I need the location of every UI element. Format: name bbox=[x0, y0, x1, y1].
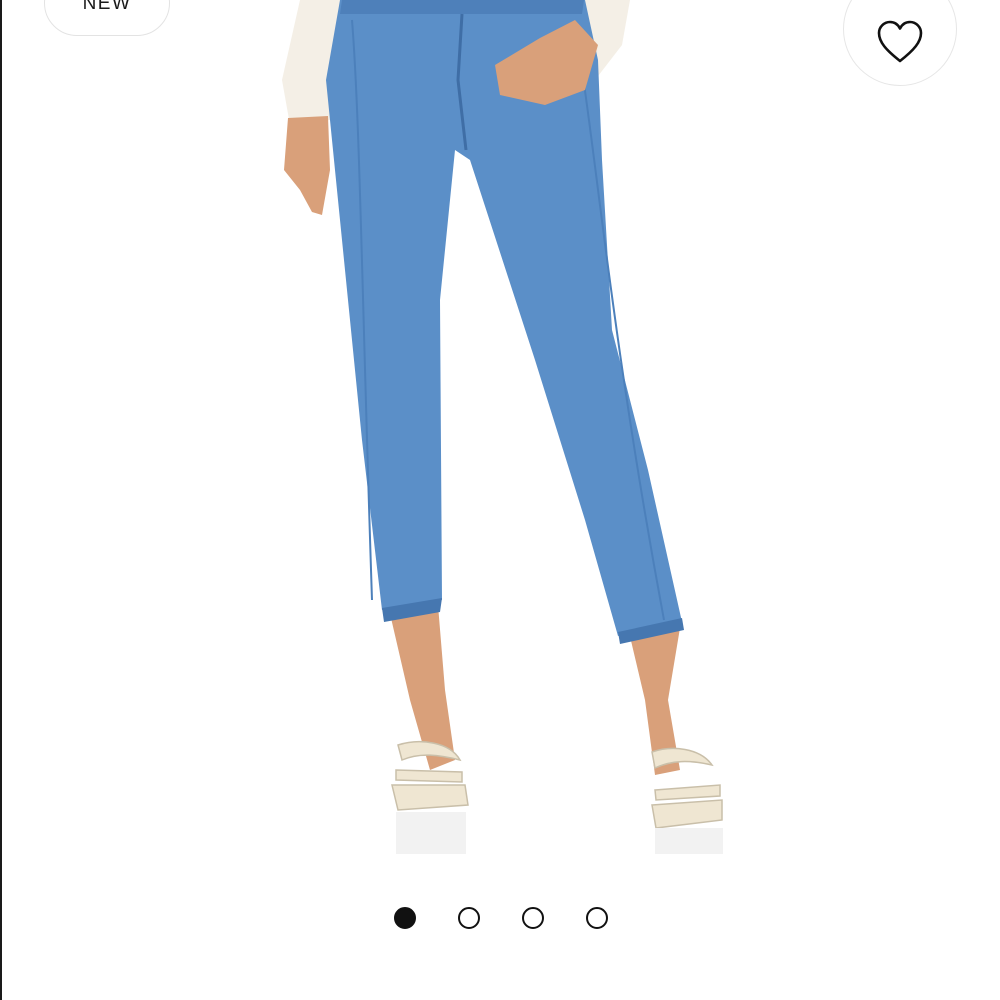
new-badge: NEW bbox=[44, 0, 170, 36]
favorite-button[interactable] bbox=[843, 0, 957, 86]
carousel-dot-2[interactable] bbox=[458, 907, 480, 929]
heart-icon bbox=[877, 20, 923, 63]
carousel-dot-4[interactable] bbox=[586, 907, 608, 929]
new-badge-label: NEW bbox=[82, 0, 132, 14]
screen-edge bbox=[0, 0, 2, 1000]
product-image[interactable] bbox=[240, 0, 760, 870]
carousel-dot-3[interactable] bbox=[522, 907, 544, 929]
carousel-dots bbox=[0, 905, 1000, 931]
carousel-dot-1[interactable] bbox=[394, 907, 416, 929]
